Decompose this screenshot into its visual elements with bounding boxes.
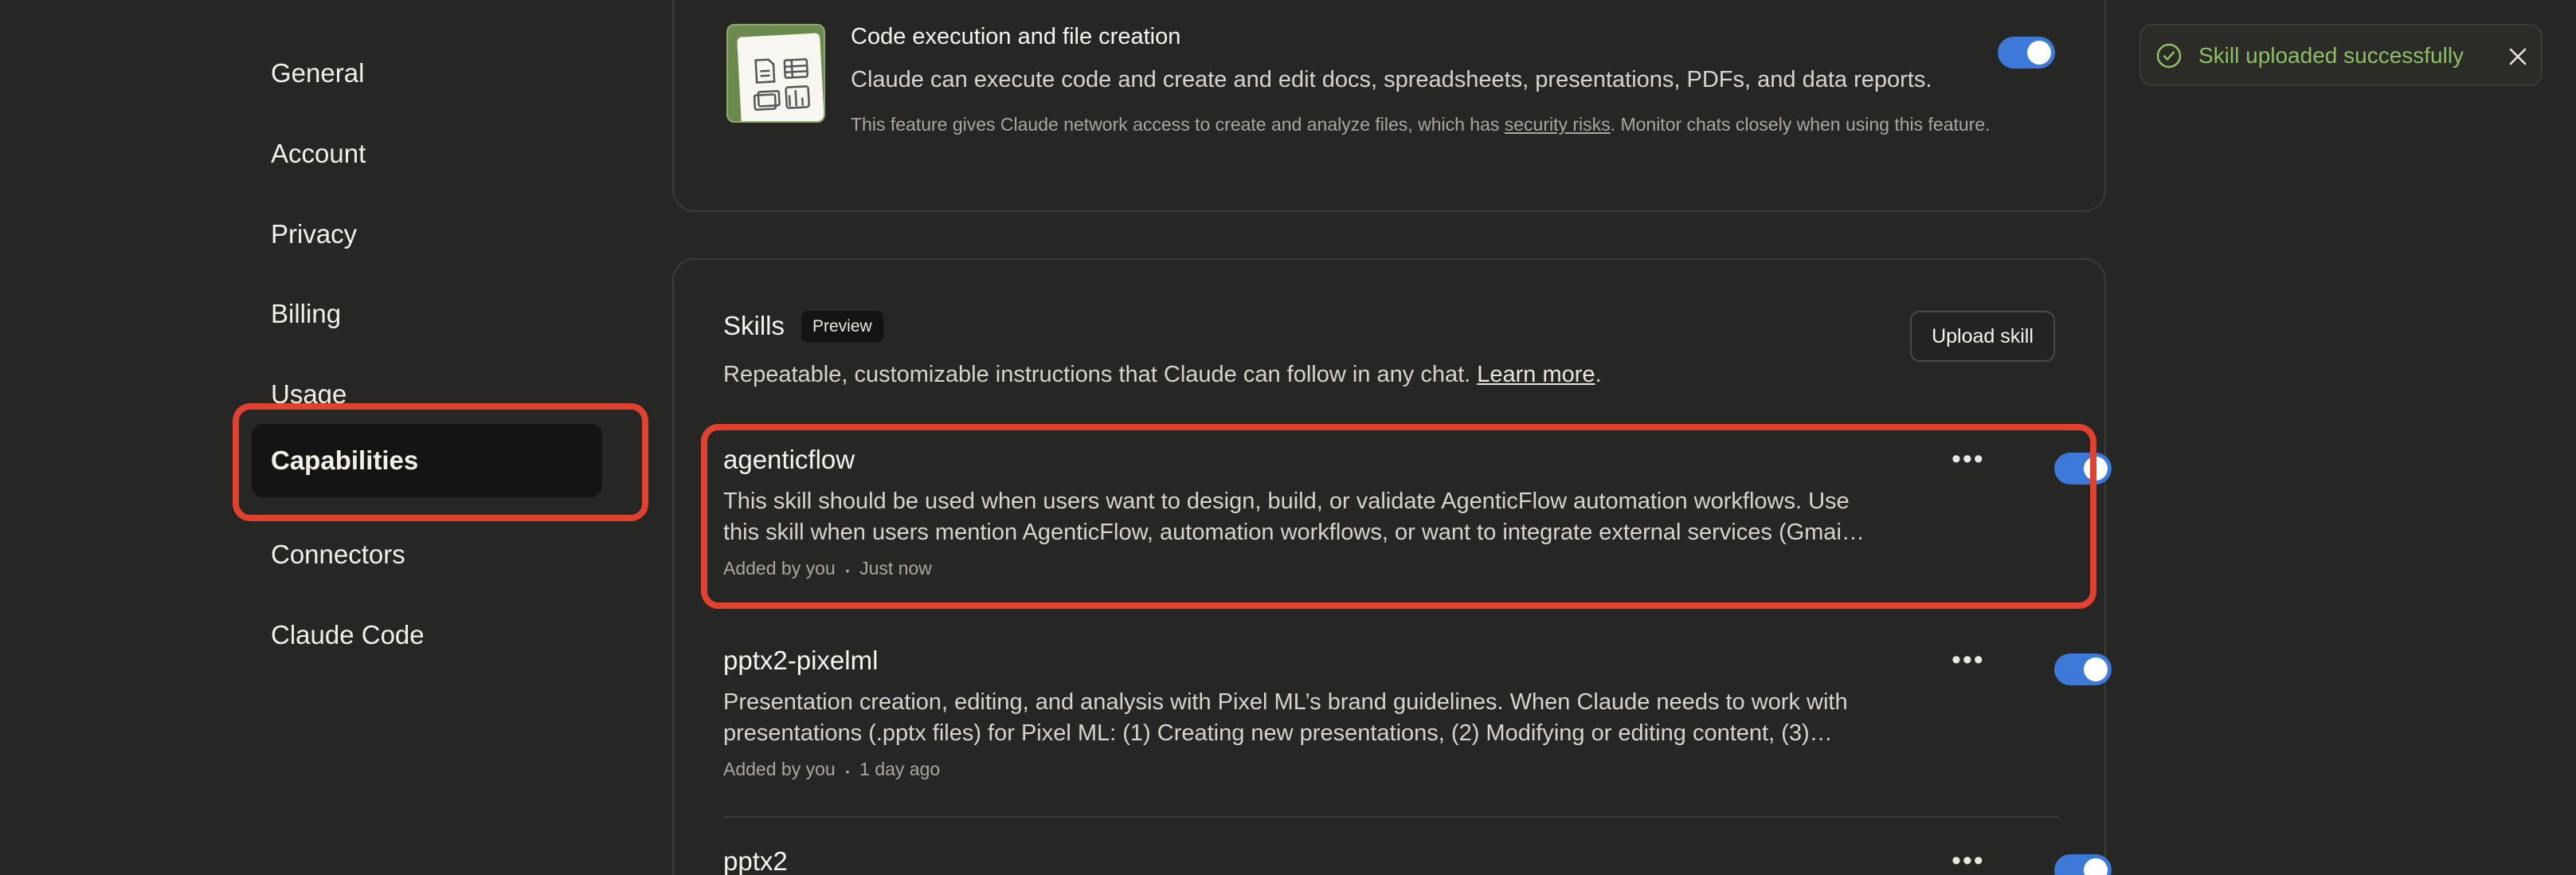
- code-execution-toggle[interactable]: [1998, 37, 2055, 69]
- settings-page: General Account Privacy Billing Usage Ca…: [0, 0, 2576, 875]
- skill-toggle[interactable]: [2054, 653, 2112, 685]
- skill-meta: Added by you • 1 day ago: [723, 759, 940, 780]
- feature-note: This feature gives Claude network access…: [851, 112, 2014, 138]
- skill-time: 1 day ago: [859, 759, 941, 779]
- upload-skill-button[interactable]: Upload skill: [1910, 311, 2055, 362]
- feature-note-prefix: This feature gives Claude network access…: [851, 114, 1505, 135]
- sidebar-item-label: General: [271, 58, 365, 88]
- learn-more-link[interactable]: Learn more: [1477, 362, 1595, 387]
- sidebar-item-general[interactable]: General: [252, 37, 602, 110]
- row-divider: [723, 816, 2058, 818]
- skill-description-line: presentations (.pptx files) for Pixel ML…: [723, 720, 1833, 746]
- skill-description: Presentation creation, editing, and anal…: [723, 687, 1894, 749]
- sidebar-item-privacy[interactable]: Privacy: [252, 198, 602, 271]
- skill-name: pptx2: [723, 846, 788, 875]
- feature-note-suffix: . Monitor chats closely when using this …: [1610, 114, 1991, 135]
- feature-title: Code execution and file creation: [851, 24, 1181, 49]
- skill-description-line: Presentation creation, editing, and anal…: [723, 689, 1848, 715]
- sidebar-item-billing[interactable]: Billing: [252, 277, 602, 351]
- close-icon[interactable]: [2506, 45, 2530, 69]
- security-risks-link[interactable]: security risks: [1505, 114, 1611, 135]
- skill-added-by: Added by you: [723, 759, 836, 779]
- sidebar-item-label: Account: [271, 139, 366, 168]
- file-creation-icon: [726, 24, 825, 123]
- skill-name: pptx2-pixelml: [723, 645, 879, 675]
- more-options-icon[interactable]: •••: [1952, 847, 1985, 874]
- skill-item-pptx2: pptx2 •••: [723, 846, 2112, 875]
- skill-toggle[interactable]: [2054, 854, 2112, 875]
- feature-description: Claude can execute code and create and e…: [851, 67, 1932, 92]
- code-execution-card: Code execution and file creation Claude …: [672, 0, 2106, 212]
- sidebar-item-label: Billing: [271, 299, 342, 328]
- check-circle-icon: [2156, 43, 2182, 69]
- skills-description: Repeatable, customizable instructions th…: [723, 362, 1602, 388]
- sidebar-item-connectors[interactable]: Connectors: [252, 518, 602, 591]
- skills-description-text: Repeatable, customizable instructions th…: [723, 362, 1478, 387]
- sidebar-item-claude-code[interactable]: Claude Code: [252, 598, 602, 672]
- sidebar-item-account[interactable]: Account: [252, 117, 602, 190]
- preview-badge: Preview: [801, 311, 883, 343]
- toast-message: Skill uploaded successfully: [2198, 43, 2464, 68]
- skill-item-pptx2-pixelml: pptx2-pixelml Presentation creation, edi…: [723, 645, 2112, 789]
- highlight-box-capabilities: [233, 403, 648, 521]
- sidebar-item-label: Connectors: [271, 540, 405, 569]
- sidebar-item-label: Claude Code: [271, 620, 425, 649]
- highlight-box-agenticflow: [701, 424, 2096, 609]
- skills-title: Skills: [723, 311, 785, 340]
- meta-separator: •: [845, 765, 850, 778]
- more-options-icon[interactable]: •••: [1952, 646, 1985, 673]
- toast-notification: Skill uploaded successfully: [2139, 24, 2543, 86]
- sidebar-item-label: Privacy: [271, 219, 358, 249]
- skills-description-period: .: [1595, 362, 1602, 387]
